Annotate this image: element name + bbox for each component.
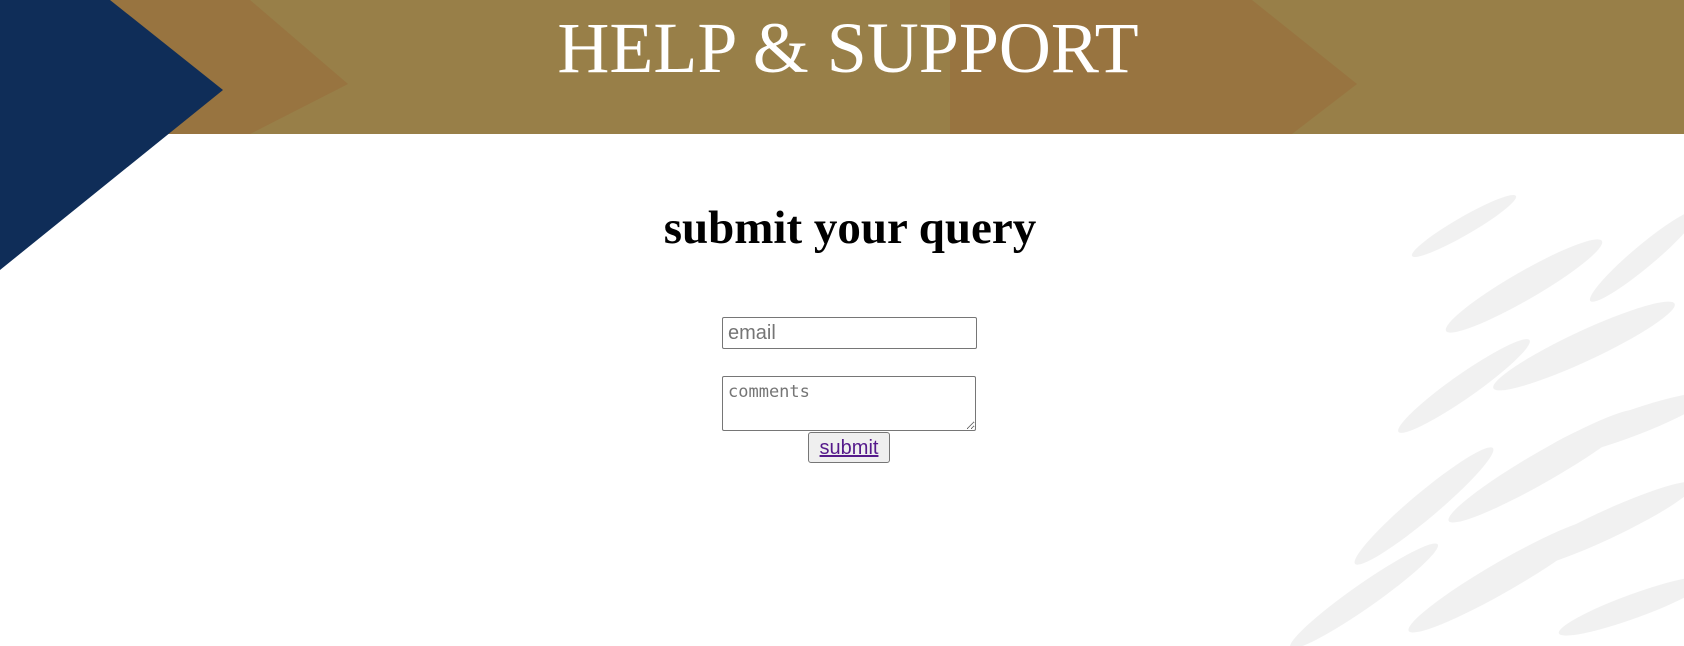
help-support-page: HELP & SUPPORT submit your query submit <box>0 0 1684 646</box>
submit-link[interactable]: submit <box>820 437 879 459</box>
submit-button[interactable]: submit <box>808 432 890 463</box>
comments-field[interactable] <box>722 376 976 431</box>
form-heading: submit your query <box>663 202 1037 254</box>
page-title: HELP & SUPPORT <box>557 8 1139 88</box>
header-banner: HELP & SUPPORT <box>0 0 1684 134</box>
email-field[interactable] <box>722 317 977 349</box>
